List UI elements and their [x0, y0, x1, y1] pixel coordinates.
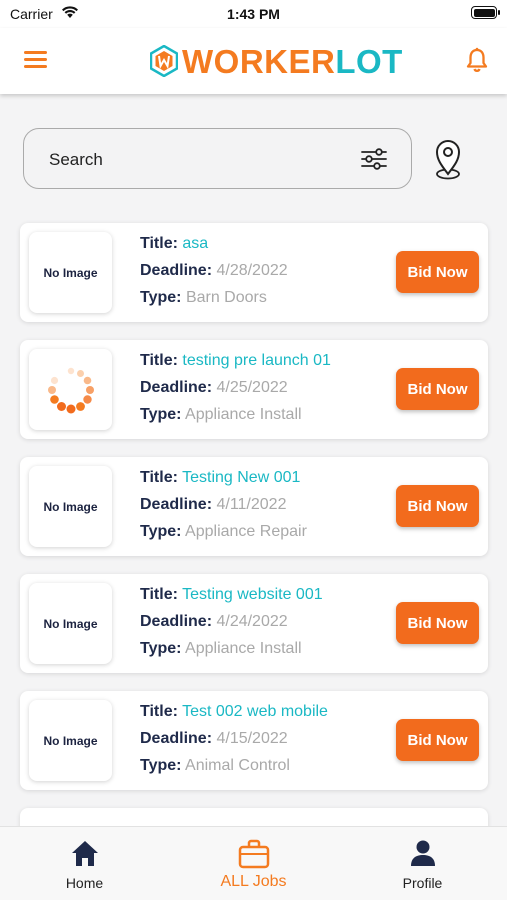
filter-sliders-icon[interactable]	[360, 146, 388, 172]
location-pin-icon[interactable]	[433, 138, 463, 180]
home-icon	[71, 841, 98, 866]
job-thumbnail: No Image	[29, 466, 112, 547]
job-card[interactable]: No Image Title: asa Deadline: 4/28/2022 …	[20, 223, 488, 322]
job-title: Test 002 web mobile	[182, 703, 328, 720]
job-card[interactable]: No Image Title: Test 002 web mobile Dead…	[20, 691, 488, 790]
job-title: asa	[182, 235, 209, 252]
title-label: Title:	[140, 586, 178, 603]
type-label: Type:	[140, 640, 182, 657]
type-label: Type:	[140, 289, 182, 306]
deadline-label: Deadline:	[140, 730, 213, 747]
status-time: 1:43 PM	[227, 6, 280, 22]
bid-now-button[interactable]: Bid Now	[396, 602, 479, 644]
type-label: Type:	[140, 523, 182, 540]
job-card[interactable]: Title: testing pre launch 01 Deadline: 4…	[20, 340, 488, 439]
bid-now-button[interactable]: Bid Now	[396, 368, 479, 410]
no-image-placeholder: No Image	[43, 733, 98, 748]
title-label: Title:	[140, 235, 178, 252]
job-type: Appliance Install	[185, 640, 302, 657]
type-label: Type:	[140, 757, 182, 774]
bell-icon[interactable]	[465, 47, 489, 73]
job-card[interactable]: No Image Title: Testing New 001 Deadline…	[20, 457, 488, 556]
briefcase-icon	[238, 839, 269, 869]
title-label: Title:	[140, 469, 178, 486]
battery-icon	[471, 6, 500, 19]
tab-home-label: Home	[65, 875, 104, 891]
no-image-placeholder: No Image	[43, 616, 98, 631]
logo-text-lot: LOT	[335, 42, 403, 80]
job-type: Animal Control	[185, 757, 290, 774]
hamburger-menu-icon[interactable]	[24, 49, 47, 69]
logo-mark-icon	[150, 45, 178, 77]
job-type: Barn Doors	[185, 289, 267, 306]
search-input[interactable]: Search	[23, 128, 412, 189]
job-thumbnail: No Image	[29, 583, 112, 664]
job-thumbnail: No Image	[29, 232, 112, 313]
job-deadline: 4/15/2022	[216, 730, 288, 747]
tab-profile[interactable]: Profile	[338, 827, 507, 900]
job-title: Testing website 001	[182, 586, 323, 603]
search-placeholder: Search	[49, 150, 103, 169]
deadline-label: Deadline:	[140, 262, 213, 279]
title-label: Title:	[140, 703, 178, 720]
tab-all-jobs-label: ALL Jobs	[220, 873, 287, 890]
deadline-label: Deadline:	[140, 613, 213, 630]
job-title: testing pre launch 01	[182, 352, 331, 369]
job-thumbnail	[29, 349, 112, 430]
person-icon	[410, 840, 435, 866]
title-label: Title:	[140, 352, 178, 369]
job-type: Appliance Install	[185, 406, 302, 423]
deadline-label: Deadline:	[140, 379, 213, 396]
type-label: Type:	[140, 406, 182, 423]
logo-text-worker: WORKER	[182, 42, 336, 80]
job-card[interactable]: No Image Title: Testing website 001 Dead…	[20, 574, 488, 673]
job-deadline: 4/24/2022	[216, 613, 288, 630]
bid-now-button[interactable]: Bid Now	[396, 485, 479, 527]
job-deadline: 4/11/2022	[216, 496, 287, 513]
tab-all-jobs[interactable]: ALL Jobs	[169, 827, 338, 900]
status-bar: Carrier 1:43 PM	[0, 0, 507, 28]
tab-profile-label: Profile	[402, 875, 443, 891]
app-header: WORKERLOT	[0, 28, 507, 94]
bottom-tab-bar: Home ALL Jobs Profile	[0, 826, 507, 900]
loading-spinner-icon	[47, 367, 94, 413]
job-deadline: 4/25/2022	[216, 379, 288, 396]
job-title: Testing New 001	[182, 469, 301, 486]
no-image-placeholder: No Image	[43, 499, 98, 514]
job-deadline: 4/28/2022	[216, 262, 288, 279]
app-logo: WORKERLOT	[150, 41, 403, 81]
job-thumbnail: No Image	[29, 700, 112, 781]
bid-now-button[interactable]: Bid Now	[396, 251, 479, 293]
no-image-placeholder: No Image	[43, 265, 98, 280]
bid-now-button[interactable]: Bid Now	[396, 719, 479, 761]
tab-home[interactable]: Home	[0, 827, 169, 900]
job-type: Appliance Repair	[185, 523, 307, 540]
deadline-label: Deadline:	[140, 496, 213, 513]
